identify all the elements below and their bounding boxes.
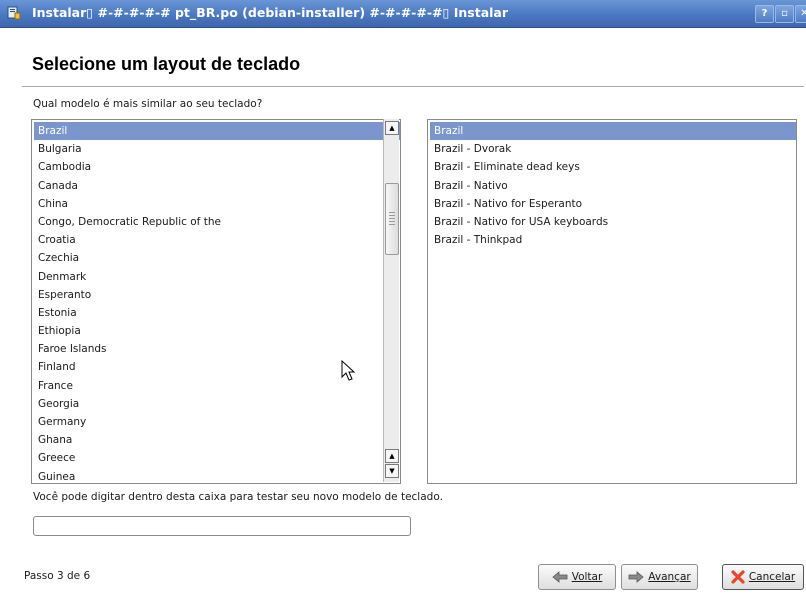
installer-icon xyxy=(7,6,21,20)
model-list-item[interactable]: Esperanto xyxy=(34,286,400,304)
next-button-label: Avançar xyxy=(648,571,691,583)
mouse-pointer-icon xyxy=(341,360,356,381)
model-list-item[interactable]: Germany xyxy=(34,413,400,431)
model-list-item[interactable]: Georgia xyxy=(34,395,400,413)
model-list-item[interactable]: Cambodia xyxy=(34,158,400,176)
variant-list-item[interactable]: Brazil - Nativo xyxy=(430,177,796,195)
back-button[interactable]: Voltar xyxy=(538,564,616,590)
title-bar: Instalar▯ #-#-#-#-# pt_BR.po (debian-ins… xyxy=(0,0,806,28)
keyboard-model-list[interactable]: Brazil Bulgaria Cambodia Canada China Congo, … xyxy=(31,119,401,484)
help-button[interactable]: ? xyxy=(755,5,774,23)
keyboard-variant-list[interactable]: Brazil Brazil - Dvorak Brazil - Eliminate … xyxy=(427,119,797,484)
model-list-item[interactable]: Estonia xyxy=(34,304,400,322)
model-list-item[interactable]: Canada xyxy=(34,177,400,195)
maximize-button[interactable]: ▫ xyxy=(775,5,794,23)
variant-list-item[interactable]: Brazil - Nativo for Esperanto xyxy=(430,195,796,213)
variant-list-item[interactable]: Brazil - Eliminate dead keys xyxy=(430,158,796,176)
close-button[interactable]: ✕ xyxy=(795,5,806,23)
model-list-item[interactable]: Croatia xyxy=(34,231,400,249)
cancel-button[interactable]: Cancelar xyxy=(722,564,804,590)
divider xyxy=(22,86,804,87)
next-button[interactable]: Avançar xyxy=(621,564,698,590)
scroll-up-arrow-icon[interactable]: ▲ xyxy=(385,121,399,135)
variant-list-item[interactable]: Brazil - Dvorak xyxy=(430,140,796,158)
variant-list-item[interactable]: Brazil - Thinkpad xyxy=(430,231,796,249)
keyboard-model-items: Brazil Bulgaria Cambodia Canada China Congo, … xyxy=(34,122,400,486)
model-list-item[interactable]: Ethiopia xyxy=(34,322,400,340)
grip-icon xyxy=(389,212,395,226)
keyboard-variant-items: Brazil Brazil - Dvorak Brazil - Eliminate … xyxy=(430,122,796,249)
model-list-item[interactable]: Bulgaria xyxy=(34,140,400,158)
arrow-left-icon xyxy=(552,571,568,583)
arrow-right-icon xyxy=(628,571,644,583)
model-question-label: Qual modelo é mais similar ao seu teclad… xyxy=(33,98,263,110)
scroll-up-arrow-icon[interactable]: ▲ xyxy=(385,449,399,463)
page-title: Selecione um layout de teclado xyxy=(32,54,301,74)
model-list-item[interactable]: China xyxy=(34,195,400,213)
window-title: Instalar▯ #-#-#-#-# pt_BR.po (debian-ins… xyxy=(32,5,509,20)
cancel-button-label: Cancelar xyxy=(748,571,796,583)
model-list-item[interactable]: Guinea xyxy=(34,468,400,486)
step-indicator: Passo 3 de 6 xyxy=(24,570,91,582)
model-list-scrollbar[interactable]: ▲ ▲ ▼ xyxy=(383,119,399,482)
variant-list-item[interactable]: Brazil xyxy=(430,122,796,141)
variant-list-item[interactable]: Brazil - Nativo for USA keyboards xyxy=(430,213,796,231)
scroll-down-arrow-icon[interactable]: ▼ xyxy=(385,464,399,478)
model-list-item[interactable]: Denmark xyxy=(34,268,400,286)
model-list-item[interactable]: Greece xyxy=(34,449,400,467)
model-list-item[interactable]: Ghana xyxy=(34,431,400,449)
model-list-item[interactable]: Faroe Islands xyxy=(34,340,400,358)
keyboard-test-input[interactable] xyxy=(33,516,411,536)
model-list-item[interactable]: Brazil xyxy=(34,122,400,141)
cancel-x-icon xyxy=(731,570,745,584)
model-list-item[interactable]: Congo, Democratic Republic of the xyxy=(34,213,400,231)
scrollbar-thumb[interactable] xyxy=(385,183,399,255)
back-button-label: Voltar xyxy=(571,571,603,583)
test-hint-label: Você pode digitar dentro desta caixa par… xyxy=(33,491,443,503)
model-list-item[interactable]: Czechia xyxy=(34,249,400,267)
